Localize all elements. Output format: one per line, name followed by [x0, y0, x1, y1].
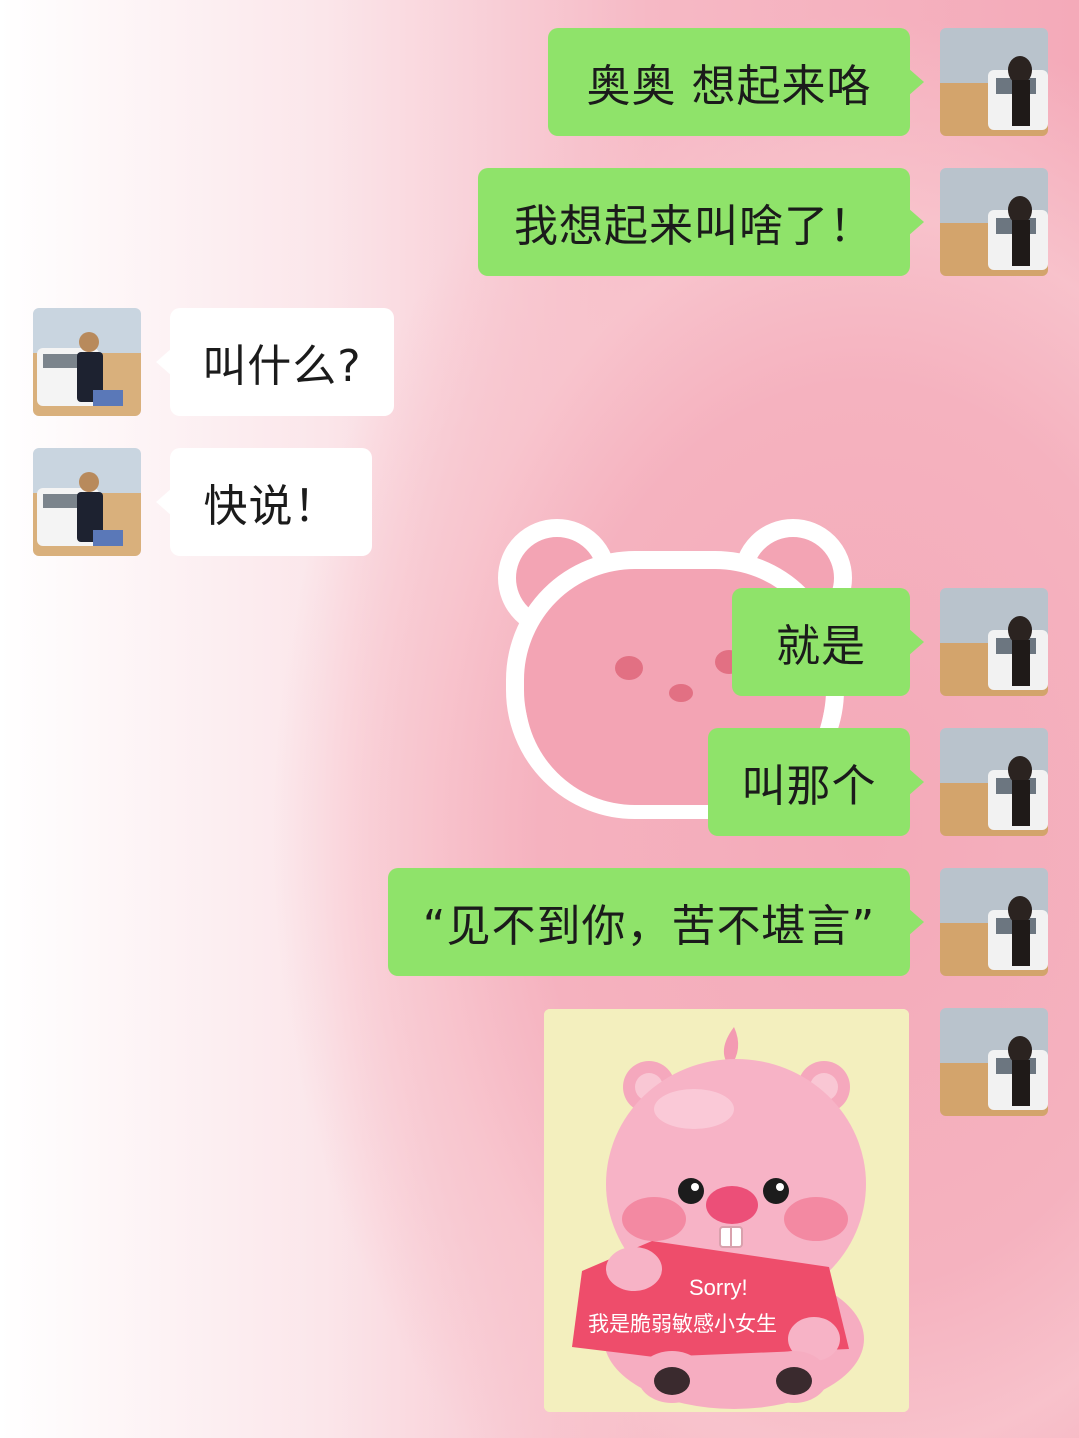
avatar-man-by-car-icon: [33, 448, 141, 556]
my-avatar[interactable]: [940, 168, 1048, 276]
message-text: 奥奥 想起来咯: [586, 61, 872, 112]
avatar-man-by-car-icon: [33, 308, 141, 416]
avatar-woman-by-car-icon: [940, 588, 1048, 696]
message-text: 我想起来叫啥了！: [514, 201, 874, 252]
avatar-woman-by-car-icon: [940, 868, 1048, 976]
contact-avatar[interactable]: [33, 448, 141, 556]
message-text: 就是: [776, 621, 866, 672]
sticker-caption-line1: Sorry!: [689, 1275, 748, 1300]
sticker-message[interactable]: Sorry! 我是脆弱敏感小女生: [544, 1009, 909, 1412]
chat-bubble-sent[interactable]: 奥奥 想起来咯: [548, 28, 924, 136]
message-text: “见不到你，苦不堪言”: [422, 901, 876, 952]
message-text: 叫那个: [741, 761, 877, 812]
my-avatar[interactable]: [940, 1008, 1048, 1116]
my-avatar[interactable]: [940, 728, 1048, 836]
my-avatar[interactable]: [940, 868, 1048, 976]
avatar-woman-by-car-icon: [940, 728, 1048, 836]
message-text: 叫什么?: [202, 341, 362, 392]
chat-bubble-sent[interactable]: 就是: [732, 588, 924, 696]
sticker-caption-line2: 我是脆弱敏感小女生: [588, 1312, 777, 1336]
chat-bubble-sent[interactable]: 叫那个: [708, 728, 924, 836]
avatar-woman-by-car-icon: [940, 168, 1048, 276]
avatar-woman-by-car-icon: [940, 28, 1048, 136]
avatar-woman-by-car-icon: [940, 1008, 1048, 1116]
my-avatar[interactable]: [940, 588, 1048, 696]
my-avatar[interactable]: [940, 28, 1048, 136]
message-text: 快说！: [203, 481, 339, 532]
chat-bubble-received[interactable]: 叫什么?: [156, 308, 394, 416]
chat-bubble-sent[interactable]: 我想起来叫啥了！: [478, 168, 924, 276]
contact-avatar[interactable]: [33, 308, 141, 416]
chat-bubble-received[interactable]: 快说！: [156, 448, 372, 556]
chat-bubble-sent[interactable]: “见不到你，苦不堪言”: [388, 868, 924, 976]
pink-beaver-sticker-icon: Sorry! 我是脆弱敏感小女生: [544, 1009, 909, 1412]
